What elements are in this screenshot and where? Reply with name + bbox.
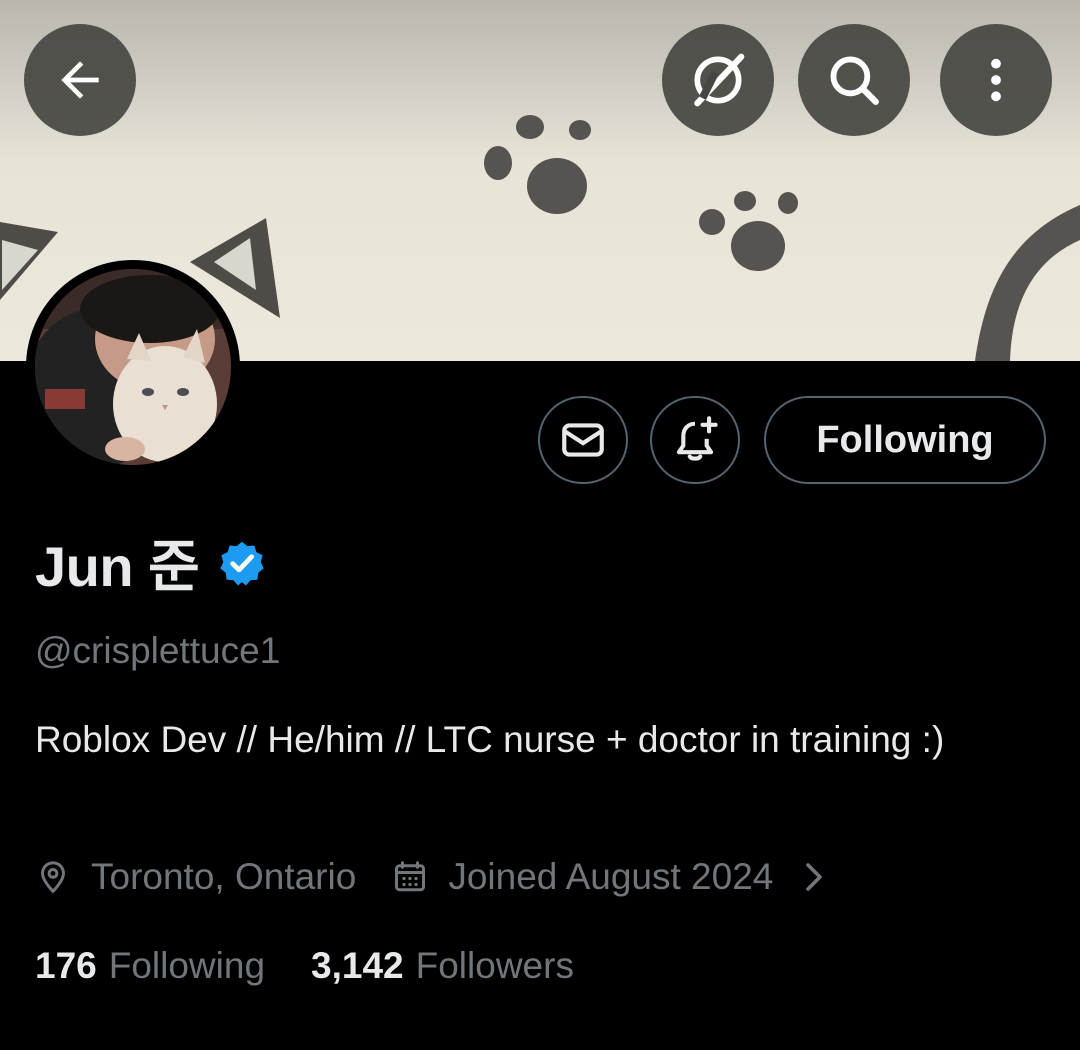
bell-plus-icon — [676, 416, 718, 461]
display-name: Jun 준 — [35, 535, 200, 598]
handle: @crisplettuce1 — [35, 630, 281, 671]
following-button[interactable]: Following — [764, 396, 1046, 484]
avatar[interactable] — [26, 260, 240, 474]
search-icon — [830, 56, 879, 105]
location: Toronto, Ontario — [35, 856, 356, 898]
more-options-button[interactable] — [940, 24, 1052, 136]
bio: Roblox Dev // He/him // LTC nurse + doct… — [35, 719, 945, 760]
grok-icon — [694, 53, 745, 107]
more-vertical-icon — [991, 58, 1001, 102]
calendar-icon — [395, 861, 426, 892]
following-count-link[interactable]: 176 Following — [35, 945, 265, 987]
envelope-icon — [562, 423, 604, 457]
back-button[interactable] — [24, 24, 136, 136]
arrow-left-icon — [61, 61, 99, 99]
following-button-label: Following — [816, 418, 994, 461]
chevron-right-icon — [799, 859, 849, 895]
location-text: Toronto, Ontario — [91, 856, 357, 897]
followers-count-link[interactable]: 3,142 Followers — [311, 945, 574, 987]
notifications-button[interactable] — [650, 396, 740, 484]
verified-badge-icon[interactable] — [217, 538, 267, 588]
location-pin-icon — [40, 861, 66, 894]
message-button[interactable] — [538, 396, 628, 484]
followers-count: 3,142 — [311, 945, 404, 986]
joined-text: Joined August 2024 — [448, 856, 774, 897]
avatar-image — [35, 269, 231, 465]
display-name-row: Jun 준 — [35, 522, 267, 603]
joined-date[interactable]: Joined August 2024 — [392, 856, 849, 898]
profile-meta-row: Toronto, Ontario Joined August 2024 — [35, 856, 849, 898]
following-label: Following — [108, 945, 266, 986]
search-button[interactable] — [798, 24, 910, 136]
followers-label: Followers — [415, 945, 574, 986]
profile-page: Following Jun 준 @crisplettuce1 Roblox De… — [0, 0, 1080, 1050]
grok-button[interactable] — [662, 24, 774, 136]
follow-stats: 176 Following 3,142 Followers — [35, 945, 574, 987]
following-count: 176 — [35, 945, 97, 986]
